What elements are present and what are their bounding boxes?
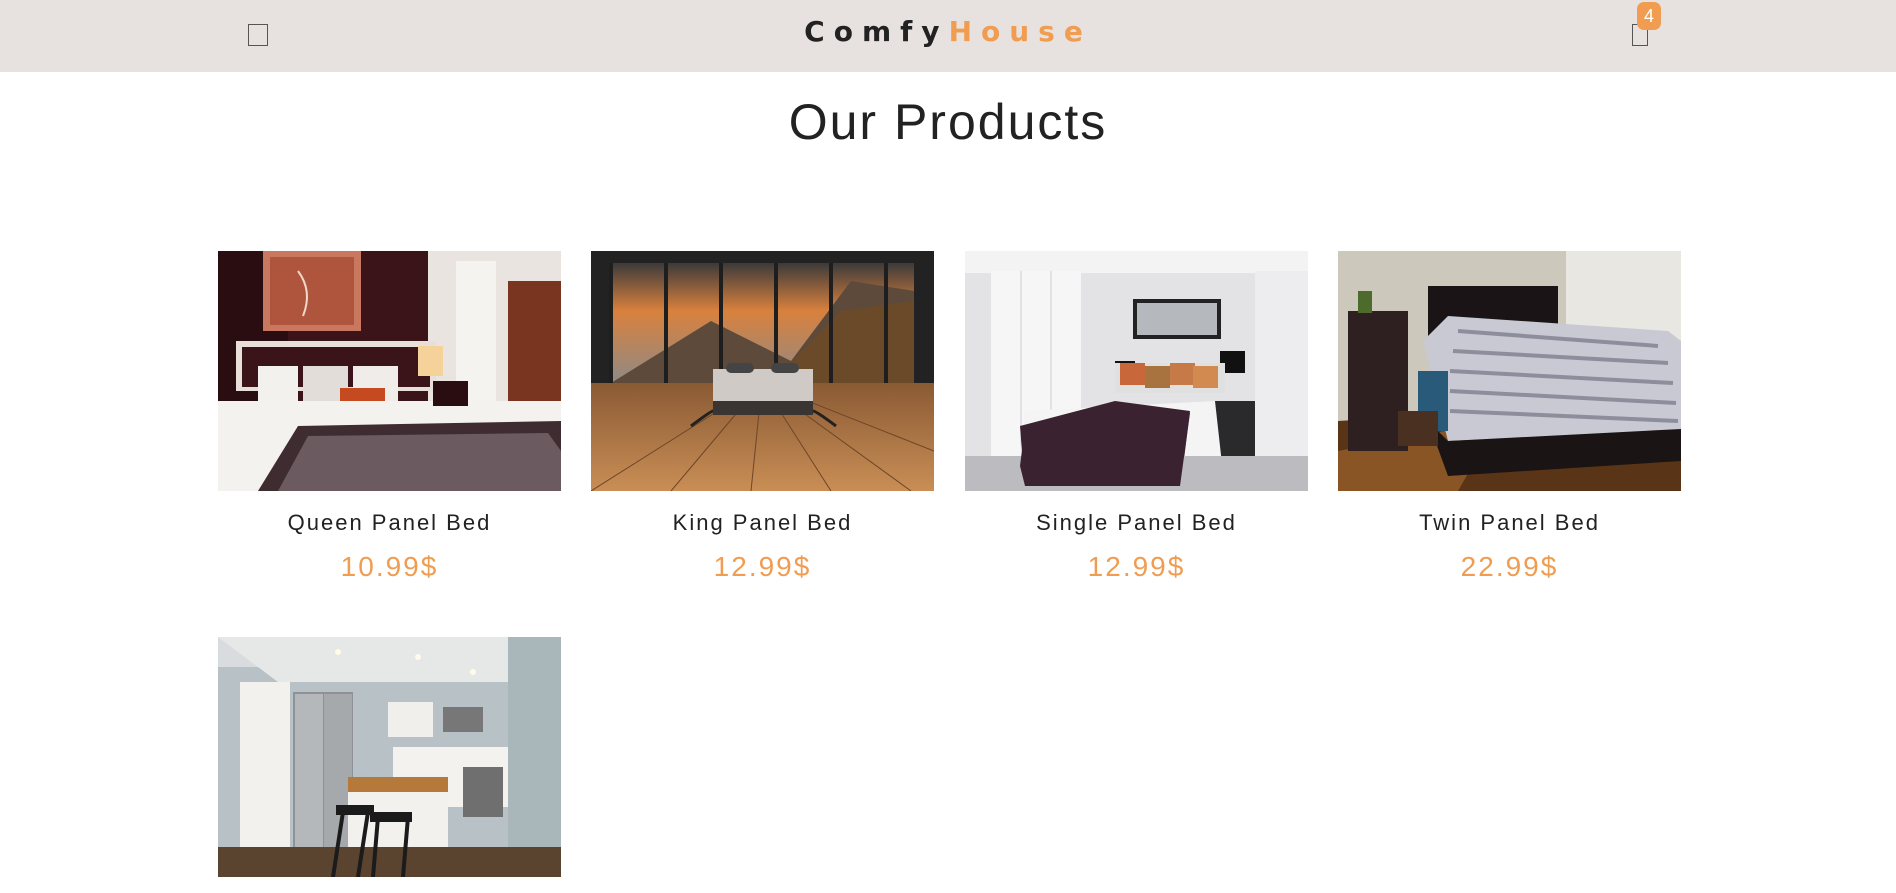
- product-card: [218, 637, 561, 877]
- product-card: Queen Panel Bed 10.99$: [218, 251, 561, 583]
- product-name: Queen Panel Bed: [287, 510, 492, 535]
- page-title: Our Products: [788, 94, 1108, 150]
- product-name: King Panel Bed: [672, 510, 853, 535]
- bedroom-image: [591, 251, 934, 491]
- logo-text-comfy: Comfy: [804, 15, 949, 48]
- product-price: 12.99$: [1087, 551, 1186, 582]
- product-price: 12.99$: [713, 551, 812, 582]
- product-image[interactable]: [1338, 251, 1681, 491]
- product-name: Twin Panel Bed: [1419, 510, 1600, 535]
- product-price: 10.99$: [340, 551, 439, 582]
- product-image[interactable]: [218, 637, 561, 877]
- product-image[interactable]: [218, 251, 561, 491]
- product-price: 22.99$: [1460, 551, 1559, 582]
- product-card: King Panel Bed 12.99$: [591, 251, 934, 583]
- kitchen-image: [218, 637, 561, 877]
- product-card: Single Panel Bed 12.99$: [965, 251, 1308, 583]
- product-image[interactable]: [591, 251, 934, 491]
- logo[interactable]: ComfyHouse: [0, 14, 1896, 50]
- bedroom-image: [965, 251, 1308, 491]
- product-name: Single Panel Bed: [1036, 510, 1237, 535]
- bedroom-image: [218, 251, 561, 491]
- cart-count-badge: 4: [1637, 2, 1661, 30]
- bedroom-image: [1338, 251, 1681, 491]
- logo-text-house: House: [948, 15, 1092, 48]
- product-image[interactable]: [965, 251, 1308, 491]
- product-card: Twin Panel Bed 22.99$: [1338, 251, 1681, 583]
- navbar: ComfyHouse 4: [0, 0, 1896, 72]
